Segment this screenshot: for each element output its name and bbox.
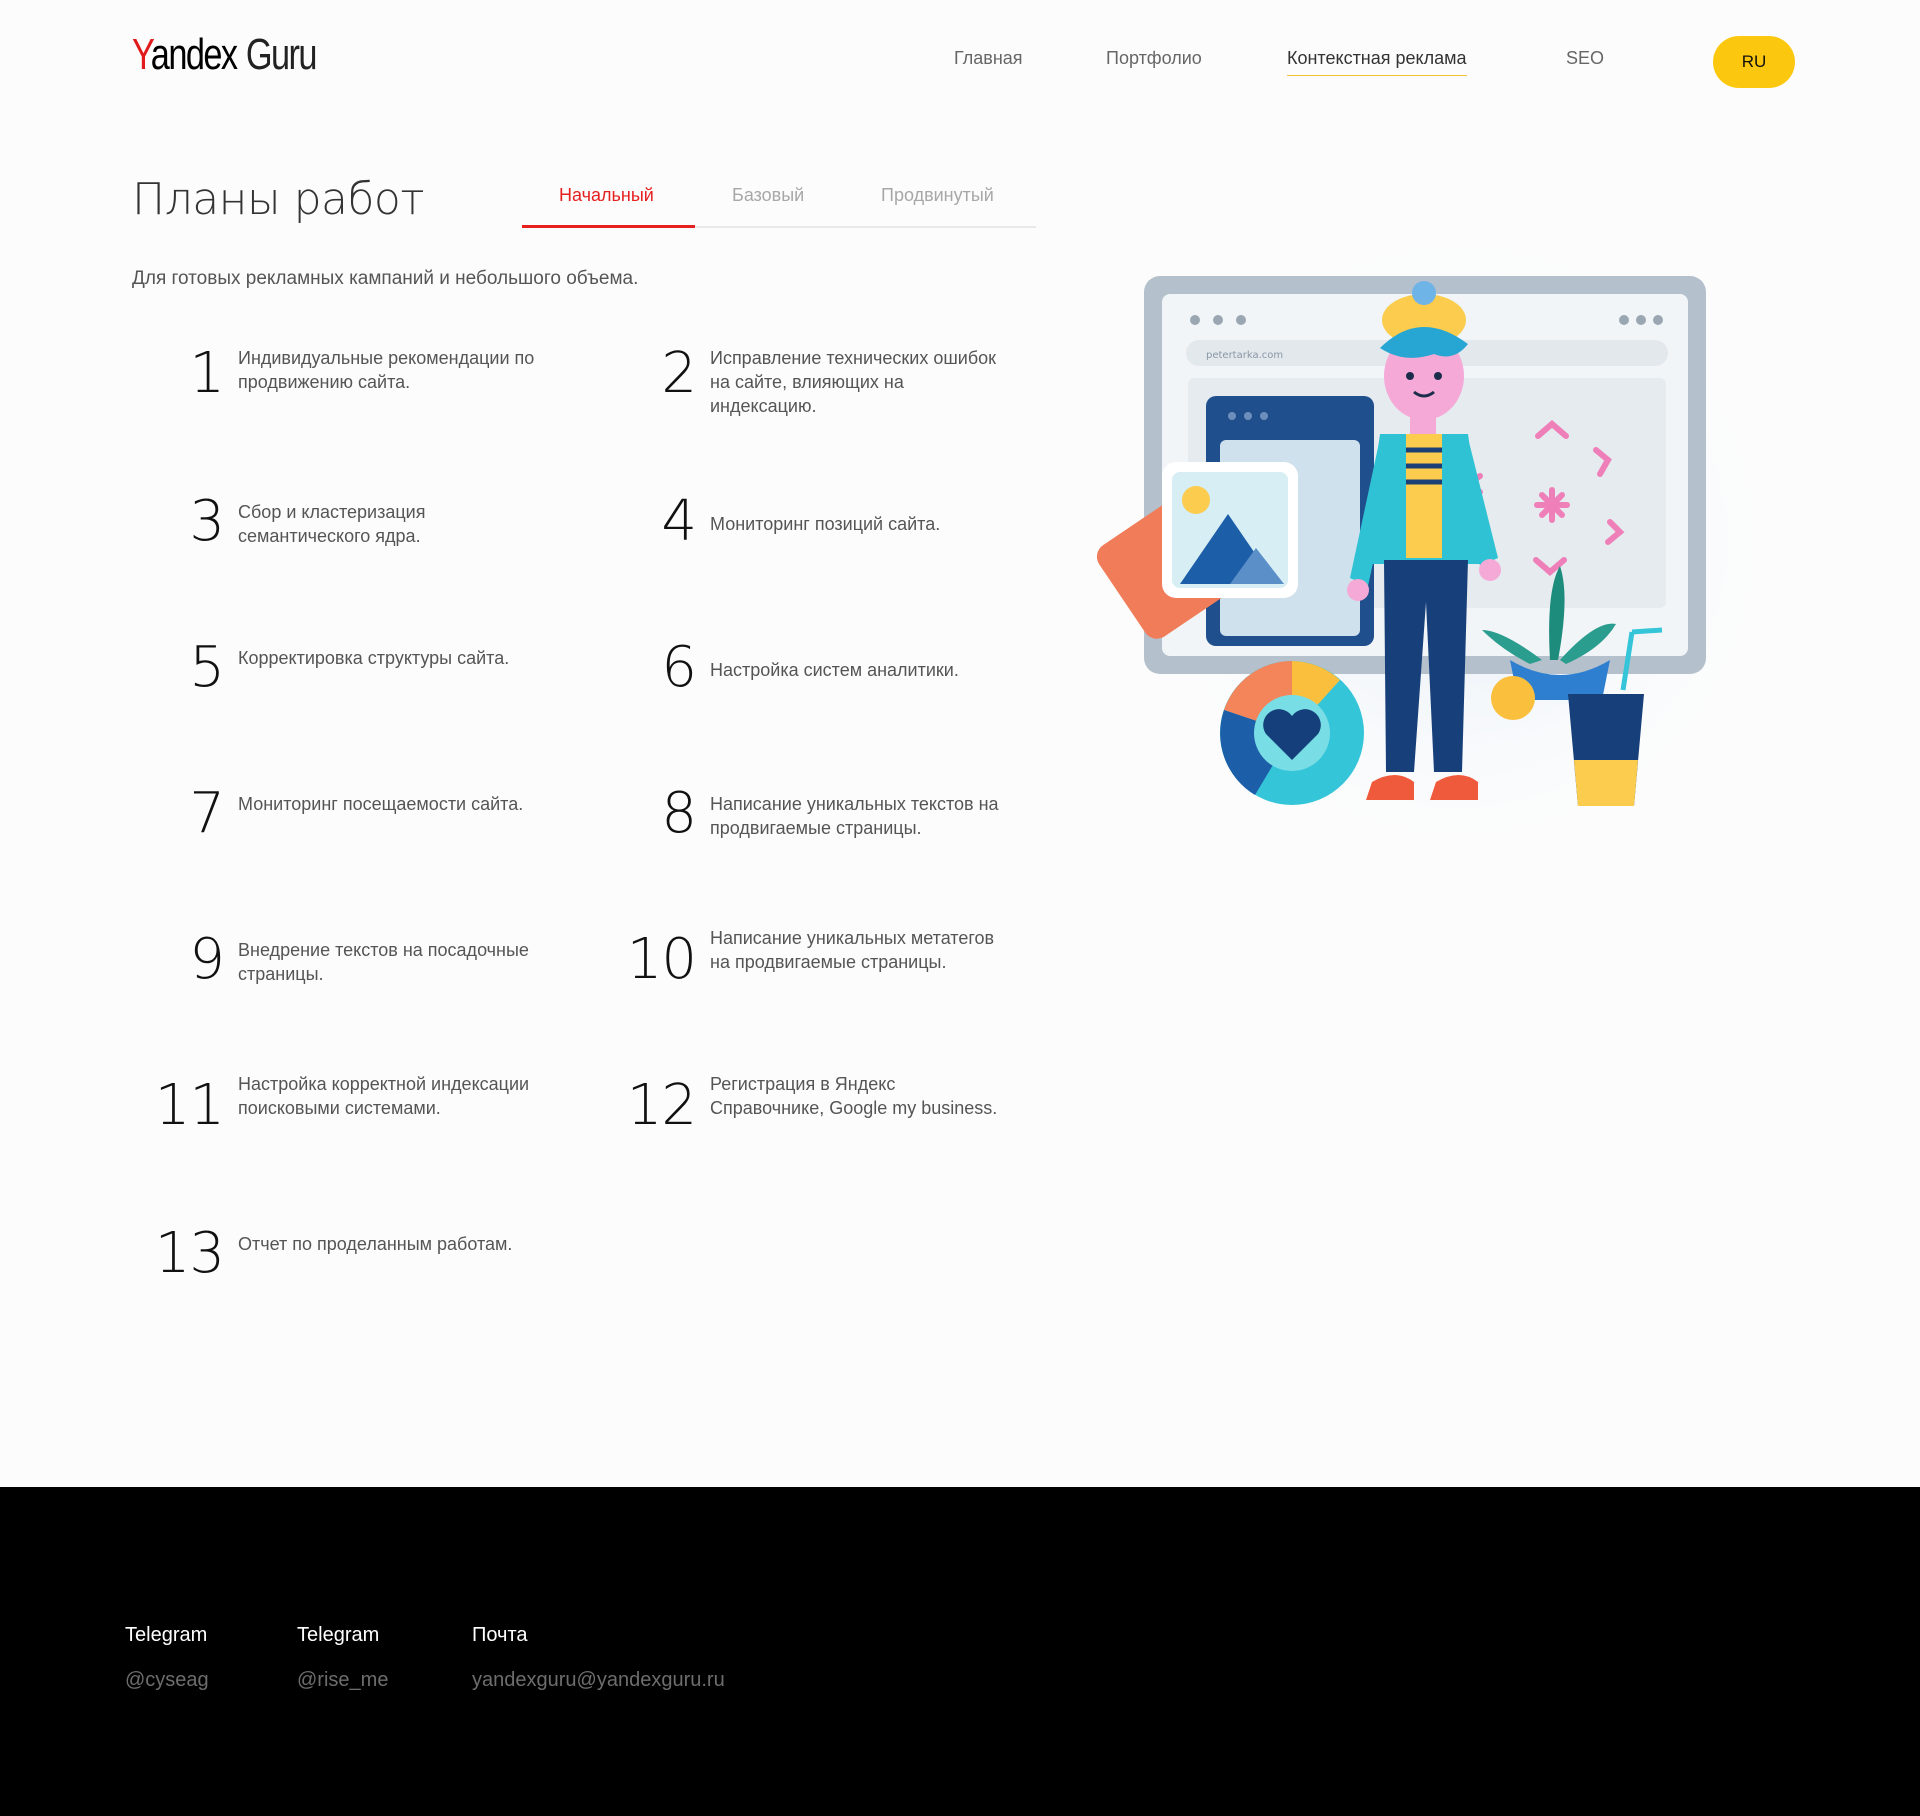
feature-item: 10 Написание уникальных метатегов на про…: [604, 926, 1024, 1026]
feature-item: 13 Отчет по проделанным работам.: [132, 1226, 552, 1332]
hero-illustration: petertarka.com: [1080, 150, 1840, 920]
email-link[interactable]: yandexguru@yandexguru.ru: [472, 1669, 725, 1692]
footer-contact-email: Почта yandexguru@yandexguru.ru: [472, 1624, 725, 1692]
nav-item-context-ads[interactable]: Контекстная реклама: [1287, 48, 1467, 76]
feature-number: 12: [626, 1073, 697, 1138]
feature-item: 8 Написание уникальных текстов на продви…: [604, 786, 1024, 892]
feature-number: 3: [189, 489, 225, 554]
footer: Telegram @cyseag Telegram @rise_me Почта…: [0, 1487, 1920, 1816]
active-tab-indicator: [522, 225, 695, 228]
feature-item: 3 Сбор и кластеризация семантического яд…: [132, 494, 552, 600]
feature-text: Мониторинг позиций сайта.: [710, 514, 941, 534]
feature-text: Индивидуальные рекомендации по продвижен…: [238, 348, 535, 392]
feature-text: Настройка систем аналитики.: [710, 660, 959, 680]
feature-item: 11 Настройка корректной индексации поиск…: [132, 1072, 552, 1172]
feature-text: Внедрение текстов на посадочные страницы…: [238, 940, 529, 984]
footer-label: Telegram: [297, 1624, 380, 1646]
feature-number: 1: [189, 341, 225, 406]
plan-description: Для готовых рекламных кампаний и небольш…: [132, 268, 639, 289]
feature-text: Написание уникальных текстов на продвига…: [710, 794, 999, 838]
feature-item: 12 Регистрация в Яндекс Справочнике, Goo…: [604, 1072, 1024, 1172]
feature-number: 8: [661, 781, 697, 846]
feature-number: 2: [661, 341, 697, 406]
telegram-link[interactable]: @rise_me: [297, 1669, 388, 1692]
feature-item: 2 Исправление технических ошибок на сайт…: [604, 346, 1024, 446]
main-nav: Главная Портфолио Контекстная реклама SE…: [0, 48, 1920, 78]
footer-contact-telegram-2: Telegram @rise_me: [297, 1624, 388, 1692]
tab-basic[interactable]: Базовый: [732, 185, 804, 206]
feature-text: Корректировка структуры сайта.: [238, 648, 510, 668]
feature-text: Сбор и кластеризация семантического ядра…: [238, 502, 426, 546]
feature-number: 10: [626, 927, 697, 992]
feature-text: Исправление технических ошибок на сайте,…: [710, 348, 997, 416]
tab-advanced[interactable]: Продвинутый: [881, 185, 994, 206]
feature-number: 13: [154, 1221, 225, 1286]
footer-contact-telegram-1: Telegram @cyseag: [125, 1624, 209, 1692]
feature-text: Мониторинг посещаемости сайта.: [238, 794, 524, 814]
tab-starter[interactable]: Начальный: [559, 185, 654, 206]
plan-tabs: Начальный Базовый Продвинутый: [522, 180, 1036, 228]
donut-chart-decoration: [1220, 661, 1364, 805]
feature-item: 9 Внедрение текстов на посадочные страни…: [132, 932, 552, 1038]
nav-item-seo[interactable]: SEO: [1566, 48, 1604, 75]
feature-item: 7 Мониторинг посещаемости сайта.: [132, 786, 552, 892]
feature-number: 7: [189, 781, 225, 846]
feature-item: 5 Корректировка структуры сайта.: [132, 640, 552, 746]
illustration-svg: petertarka.com: [1096, 180, 1820, 900]
feature-number: 11: [154, 1073, 225, 1138]
telegram-link[interactable]: @cyseag: [125, 1669, 209, 1692]
feature-text: Регистрация в Яндекс Справочнике, Google…: [710, 1074, 998, 1118]
nav-item-portfolio[interactable]: Портфолио: [1106, 48, 1202, 75]
feature-item: 6 Настройка систем аналитики.: [604, 640, 1024, 758]
feature-item: 4 Мониторинг позиций сайта.: [604, 494, 1024, 612]
feature-number: 6: [661, 635, 697, 700]
footer-label: Почта: [472, 1624, 528, 1646]
nav-item-home[interactable]: Главная: [954, 48, 1023, 75]
footer-label: Telegram: [125, 1624, 208, 1646]
feature-number: 5: [189, 635, 225, 700]
page-title: Планы работ: [132, 174, 424, 225]
feature-number: 9: [189, 927, 225, 992]
feature-text: Отчет по проделанным работам.: [238, 1234, 513, 1254]
feature-text: Написание уникальных метатегов на продви…: [710, 928, 995, 972]
language-button[interactable]: RU: [1713, 36, 1795, 88]
browser-url: petertarka.com: [1206, 350, 1283, 361]
feature-item: 1 Индивидуальные рекомендации по продвиж…: [132, 346, 552, 446]
feature-number: 4: [661, 489, 697, 554]
feature-text: Настройка корректной индексации поисковы…: [238, 1074, 530, 1118]
